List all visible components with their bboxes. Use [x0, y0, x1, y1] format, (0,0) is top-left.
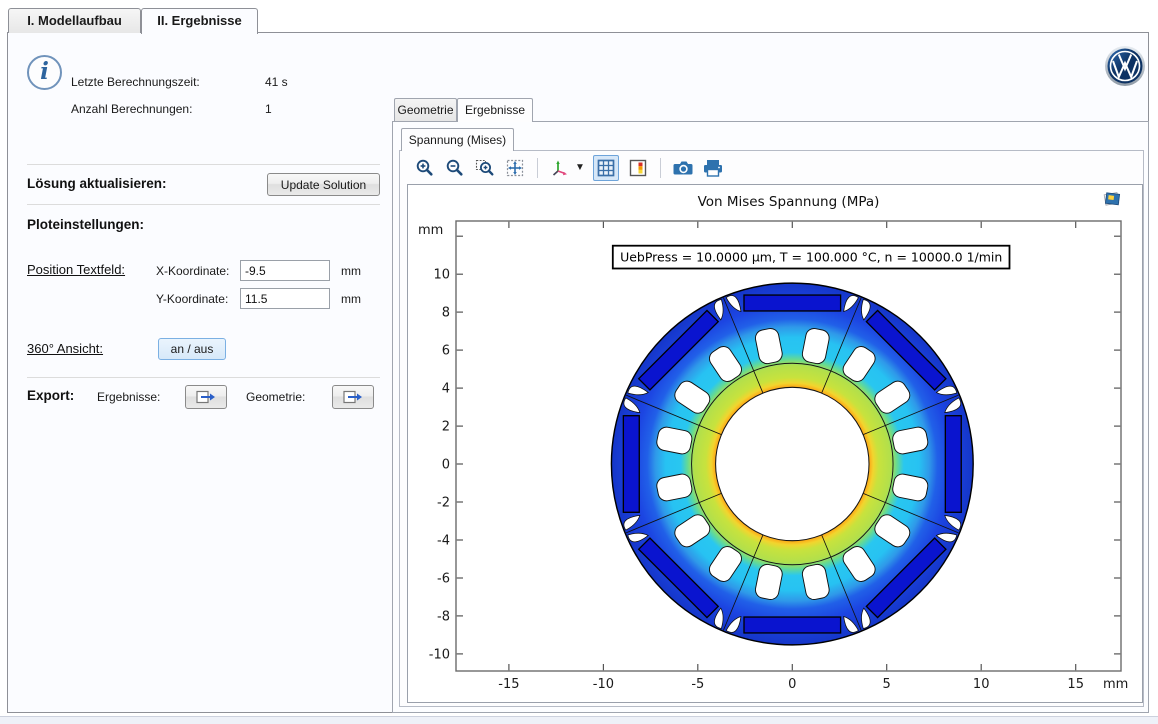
toolbar-separator [537, 158, 538, 178]
svg-text:-8: -8 [437, 609, 450, 624]
section-divider [27, 204, 380, 205]
y-coordinate-label: Y-Koordinate: [156, 292, 228, 306]
y-unit-label: mm [341, 292, 361, 306]
zoom-out-button[interactable] [444, 157, 466, 179]
plot-title: Von Mises Spannung (MPa) [698, 194, 880, 210]
svg-text:-15: -15 [498, 677, 519, 692]
zoom-out-icon [445, 158, 465, 178]
svg-text:6: 6 [442, 344, 450, 359]
tab-modellaufbau[interactable]: I. Modellaufbau [8, 8, 141, 33]
axis-orientation-icon [550, 158, 570, 178]
printer-icon [702, 158, 724, 178]
export-results-label: Ergebnisse: [97, 390, 160, 404]
svg-text:UebPress = 10.0000 μm, T = 100: UebPress = 10.0000 μm, T = 100.000 °C, n… [620, 250, 1002, 265]
zoom-box-icon [475, 158, 495, 178]
svg-text:8: 8 [442, 306, 450, 321]
export-icon [343, 390, 363, 404]
export-heading: Export: [27, 388, 74, 403]
magnet [726, 616, 858, 632]
plot-graphics-area: Von Mises Spannung (MPa) -15 -10 -5 0 5 10 15 -1… [407, 184, 1143, 703]
x-axis-unit: mm [1103, 677, 1128, 692]
spannung-mises-panel: ▼ [399, 150, 1144, 707]
section-divider [27, 377, 380, 378]
svg-text:10: 10 [973, 677, 990, 692]
svg-text:5: 5 [883, 677, 891, 692]
results-tab-panel: Spannung (Mises) [392, 121, 1149, 713]
update-solution-button[interactable]: Update Solution [267, 173, 380, 196]
export-results-button[interactable] [185, 385, 227, 409]
zoom-box-button[interactable] [474, 157, 496, 179]
last-computation-label: Letzte Berechnungszeit: [71, 75, 200, 89]
computation-count-value: 1 [265, 102, 272, 116]
plot-canvas[interactable]: Von Mises Spannung (MPa) -15 -10 -5 0 5 10 15 -1… [408, 185, 1144, 704]
motor-cross-section [611, 283, 973, 645]
svg-text:2: 2 [442, 420, 450, 435]
export-geometry-button[interactable] [332, 385, 374, 409]
magnet [726, 295, 858, 311]
export-geometry-label: Geometrie: [246, 390, 305, 404]
print-button[interactable] [702, 157, 724, 179]
y-coordinate-input[interactable] [240, 288, 330, 309]
tab-ergebnisse-main[interactable]: II. Ergebnisse [141, 8, 258, 34]
svg-text:-5: -5 [691, 677, 704, 692]
svg-text:-10: -10 [429, 647, 450, 662]
svg-text:0: 0 [788, 677, 796, 692]
svg-text:15: 15 [1067, 677, 1084, 692]
plot-settings-heading: Ploteinstellungen: [27, 217, 144, 232]
computation-count-label: Anzahl Berechnungen: [71, 102, 192, 116]
x-unit-label: mm [341, 264, 361, 278]
svg-text:4: 4 [442, 382, 450, 397]
svg-text:-6: -6 [437, 572, 450, 587]
tab-geometrie[interactable]: Geometrie [394, 98, 457, 121]
zoom-in-button[interactable] [414, 157, 436, 179]
view-360-toggle-button[interactable]: an / aus [158, 338, 226, 360]
zoom-extents-icon [505, 158, 525, 178]
zoom-in-icon [415, 158, 435, 178]
view-orientation-button[interactable] [549, 157, 571, 179]
svg-text:-10: -10 [593, 677, 614, 692]
vw-logo [1104, 45, 1146, 92]
orientation-dropdown-caret[interactable]: ▼ [575, 162, 585, 173]
magnet [945, 398, 961, 530]
x-coordinate-label: X-Koordinate: [156, 264, 229, 278]
svg-text:10: 10 [433, 268, 450, 283]
grid-toggle-button[interactable] [593, 155, 619, 181]
snapshot-button[interactable] [672, 157, 694, 179]
view-360-label: 360° Ansicht: [27, 341, 103, 356]
application-window: I. Modellaufbau II. Ergebnisse i Letzte … [0, 0, 1158, 724]
svg-text:-2: -2 [437, 496, 450, 511]
info-icon: i [27, 55, 62, 90]
plot-toolbar: ▼ [406, 154, 724, 181]
tab-spannung-mises[interactable]: Spannung (Mises) [401, 128, 514, 151]
legend-toggle-button[interactable] [627, 157, 649, 179]
last-computation-value: 41 s [265, 75, 288, 89]
y-axis-unit: mm [418, 223, 443, 238]
grid-icon [596, 158, 616, 178]
toolbar-separator [660, 158, 661, 178]
window-bottom-strip [0, 716, 1158, 724]
tab-ergebnisse[interactable]: Ergebnisse [457, 98, 533, 122]
svg-text:-4: -4 [437, 534, 450, 549]
svg-text:0: 0 [442, 458, 450, 473]
solution-heading: Lösung aktualisieren: [27, 176, 167, 191]
color-legend-icon [628, 158, 648, 178]
plot-annotation: UebPress = 10.0000 μm, T = 100.000 °C, n… [613, 246, 1010, 269]
camera-icon [672, 158, 694, 178]
x-coordinate-input[interactable] [240, 260, 330, 281]
section-divider [27, 164, 380, 165]
position-textfield-label: Position Textfeld: [27, 262, 125, 277]
zoom-extents-button[interactable] [504, 157, 526, 179]
magnet [623, 398, 639, 530]
main-window: i Letzte Berechnungszeit: 41 s Anzahl Be… [7, 32, 1149, 713]
export-icon [196, 390, 216, 404]
plot-group-icon [1102, 190, 1122, 213]
